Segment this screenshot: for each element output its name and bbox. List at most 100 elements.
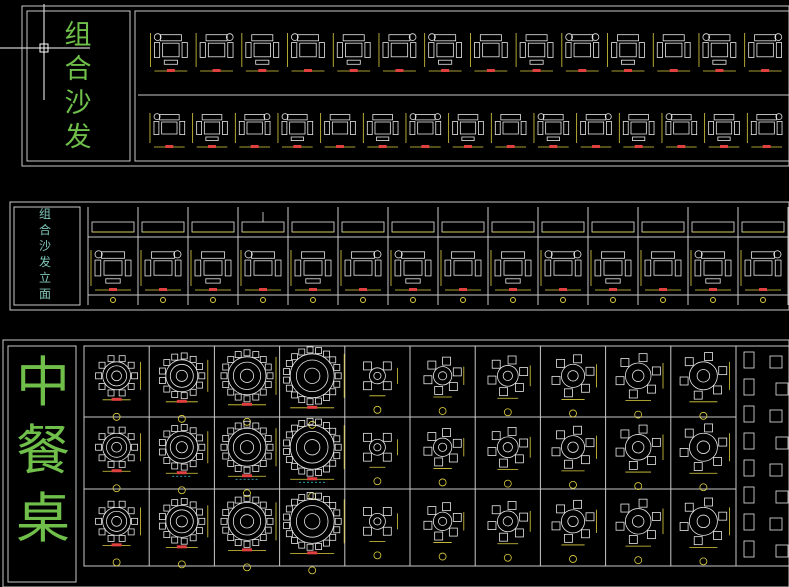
sofa-set-plan	[424, 33, 462, 72]
round-dining-table	[283, 346, 345, 429]
sofa-set-plan	[190, 250, 232, 291]
sofa-elevation-drawing	[541, 221, 585, 233]
sofa-set-plan	[149, 113, 186, 148]
sofa-set-plan	[90, 250, 132, 291]
sofa-set-plan	[490, 113, 527, 148]
sofa-set-plan	[140, 250, 182, 291]
small-dining-set	[363, 432, 398, 486]
sofa-elevation-drawing	[591, 221, 635, 233]
side-dining-set	[743, 378, 789, 396]
sofa-set-plan	[540, 250, 582, 291]
sofa-elevation-drawing	[491, 221, 535, 233]
small-dining-set	[615, 498, 664, 565]
sofa-set-plan	[515, 33, 554, 72]
sofa-set-plan	[320, 113, 356, 148]
sofa-set-title: 组 合 沙 发	[58, 22, 98, 158]
sofa-elevation-drawing	[341, 221, 385, 233]
sofa-set-plan	[740, 250, 782, 291]
round-dining-table	[283, 492, 345, 575]
sofa-set-plan	[405, 113, 442, 148]
sofa-set-plan	[590, 250, 632, 291]
sofa-set-char: 发	[64, 122, 92, 153]
small-dining-set	[615, 424, 664, 490]
small-dining-set	[551, 499, 597, 563]
sofa-set-plan	[661, 113, 698, 148]
side-dining-set	[743, 540, 789, 558]
small-dining-set	[679, 352, 730, 420]
round-dining-table	[220, 494, 277, 572]
dining-table-title: 中 餐 桌	[8, 356, 78, 560]
small-dining-set	[487, 501, 531, 562]
sofa-set-plan	[607, 33, 645, 72]
side-dining-set	[743, 351, 783, 369]
round-dining-table	[95, 426, 142, 493]
cad-drawing-canvas[interactable]	[0, 0, 789, 587]
sofa-set-plan	[195, 33, 234, 72]
sofa-elevation-drawing	[291, 221, 335, 233]
sofa-set-plan	[149, 33, 188, 72]
small-dining-set	[423, 356, 465, 415]
small-dining-set	[423, 502, 465, 561]
elevation-index-marker	[610, 297, 616, 303]
sofa-elevation-title: 组 合 沙 发 立 面	[30, 208, 60, 304]
sofa-set-plan	[746, 113, 783, 148]
sofa-set-plan	[469, 33, 508, 72]
small-dining-set	[679, 423, 730, 492]
elevation-index-marker	[310, 297, 316, 303]
sofa-set-char: 合	[64, 54, 92, 85]
sofa-set-plan	[561, 33, 600, 72]
elevation-char: 组	[38, 207, 51, 221]
elevation-index-marker	[110, 297, 116, 303]
sofa-set-plan	[618, 113, 655, 148]
elevation-index-marker	[460, 297, 466, 303]
sofa-elevation-drawing	[141, 221, 185, 233]
sofa-set-plan	[287, 33, 325, 72]
round-dining-table	[158, 498, 209, 569]
sofa-set-plan	[241, 33, 280, 72]
side-dining-set	[743, 513, 783, 531]
sofa-set-plan	[698, 33, 737, 72]
sofa-set-plan	[640, 250, 682, 291]
round-dining-table	[158, 423, 209, 495]
side-dining-set	[743, 405, 783, 423]
elevation-index-marker	[710, 297, 716, 303]
sofa-set-plan	[277, 113, 314, 148]
small-dining-set	[679, 497, 730, 566]
sofa-set-plan	[704, 113, 740, 148]
side-dining-sets	[743, 351, 789, 558]
sofa-set-row-2	[149, 113, 783, 148]
sofa-set-char: 组	[64, 20, 92, 51]
side-dining-set	[743, 459, 783, 477]
sofa-set-plan	[533, 113, 570, 148]
small-dining-set	[363, 507, 398, 560]
sofa-elevation-drawing	[641, 221, 685, 233]
elevation-index-marker	[210, 297, 216, 303]
sofa-elevation-drawing	[741, 221, 785, 233]
sofa-set-plan	[576, 113, 612, 148]
sofa-set-plan	[490, 250, 532, 291]
sofa-set-plan	[690, 250, 732, 291]
round-dining-table	[158, 352, 209, 423]
sofa-set-plan	[652, 33, 691, 72]
small-dining-set	[487, 426, 531, 488]
sofa-set-plan	[240, 250, 282, 291]
elevation-char: 合	[38, 223, 51, 237]
dining-table-char: 餐	[16, 419, 70, 482]
side-dining-set	[743, 486, 789, 504]
sofa-set-row-1	[149, 33, 783, 72]
small-dining-set	[423, 428, 465, 487]
sofa-elevation-frame	[9, 201, 789, 311]
sofa-set-plan	[290, 250, 332, 291]
elevation-index-marker	[760, 297, 766, 303]
elevation-char: 立	[38, 271, 51, 285]
side-dining-set	[743, 432, 789, 450]
sofa-set-plan	[340, 250, 382, 291]
elevation-index-marker	[560, 297, 566, 303]
sofa-set-plan	[440, 250, 482, 291]
round-dining-table	[220, 349, 277, 426]
sofa-set-plan	[234, 113, 271, 148]
sofa-elevation-drawing	[391, 221, 435, 233]
dining-table-char: 中	[16, 351, 70, 414]
sofa-set-plan	[378, 33, 417, 72]
sofa-elevation-drawing	[441, 221, 485, 233]
